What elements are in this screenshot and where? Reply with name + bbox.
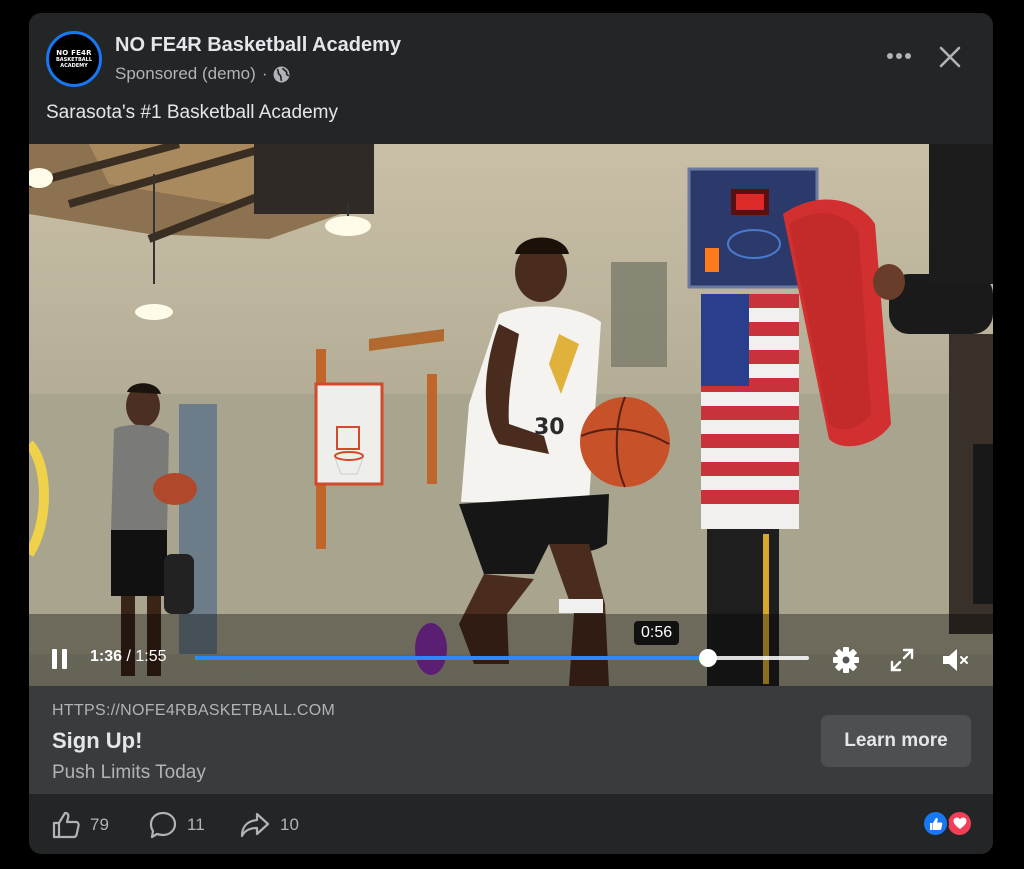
pause-button[interactable]: [49, 646, 71, 672]
progress-fill: [195, 656, 708, 660]
post-caption: Sarasota's #1 Basketball Academy: [46, 102, 338, 123]
mute-icon: [943, 649, 968, 671]
ellipsis-icon: [887, 53, 911, 59]
hide-post-button[interactable]: [934, 41, 966, 73]
link-headline[interactable]: Sign Up!: [52, 728, 142, 754]
share-icon: [240, 812, 270, 838]
comment-count: 11: [187, 815, 205, 834]
time-separator: /: [126, 648, 131, 665]
avatar-logo-line-1: NO FE4R: [56, 48, 92, 57]
comment-icon: [149, 811, 177, 839]
pause-icon: [52, 649, 67, 669]
fullscreen-button[interactable]: [888, 646, 916, 674]
video-player[interactable]: 30 1:36 / 1:55 0:56: [29, 144, 993, 686]
video-time: 1:36 / 1:55: [90, 648, 167, 666]
progress-scrubber[interactable]: 0:56: [195, 621, 809, 667]
mute-button[interactable]: [940, 646, 968, 674]
comment-button[interactable]: 11: [148, 810, 205, 840]
like-reaction-icon: [922, 810, 949, 837]
video-controls: 1:36 / 1:55 0:56: [29, 621, 993, 686]
page-avatar[interactable]: NO FE4R BASKETBALL ACADEMY: [46, 31, 102, 87]
scrub-time-tooltip: 0:56: [634, 621, 680, 645]
thumbs-up-icon: [52, 811, 80, 839]
share-button[interactable]: 10: [239, 810, 299, 840]
engagement-bar: 79 11 10: [29, 794, 993, 854]
post-meta: Sponsored (demo) ·: [115, 64, 290, 84]
globe-icon[interactable]: [273, 66, 290, 83]
sponsored-label[interactable]: Sponsored (demo): [115, 64, 256, 84]
reaction-summary[interactable]: [922, 810, 976, 838]
duration: 1:55: [135, 648, 167, 665]
progress-thumb[interactable]: [698, 649, 717, 667]
close-icon: [939, 46, 961, 68]
meta-separator: ·: [261, 64, 268, 83]
fullscreen-icon: [890, 648, 914, 672]
like-button[interactable]: 79: [51, 810, 109, 840]
link-preview[interactable]: HTTPS://NOFE4RBASKETBALL.COM Sign Up! Pu…: [29, 686, 993, 794]
settings-icon: [833, 647, 859, 673]
settings-button[interactable]: [832, 646, 860, 674]
learn-more-button[interactable]: Learn more: [821, 715, 971, 767]
page-name-link[interactable]: NO FE4R Basketball Academy: [115, 34, 401, 57]
link-domain: HTTPS://NOFE4RBASKETBALL.COM: [52, 702, 336, 719]
avatar-logo-line-2: BASKETBALL: [55, 56, 93, 63]
share-count: 10: [280, 815, 299, 834]
like-count: 79: [90, 815, 109, 834]
avatar-logo-line-3: ACADEMY: [60, 62, 88, 69]
link-description: Push Limits Today: [52, 762, 206, 783]
video-frame: 30: [29, 144, 993, 686]
love-reaction-icon: [946, 810, 973, 837]
more-options-button[interactable]: [881, 43, 917, 69]
sponsored-post-card: NO FE4R BASKETBALL ACADEMY NO FE4R Baske…: [29, 13, 993, 854]
current-time: 1:36: [90, 648, 123, 665]
